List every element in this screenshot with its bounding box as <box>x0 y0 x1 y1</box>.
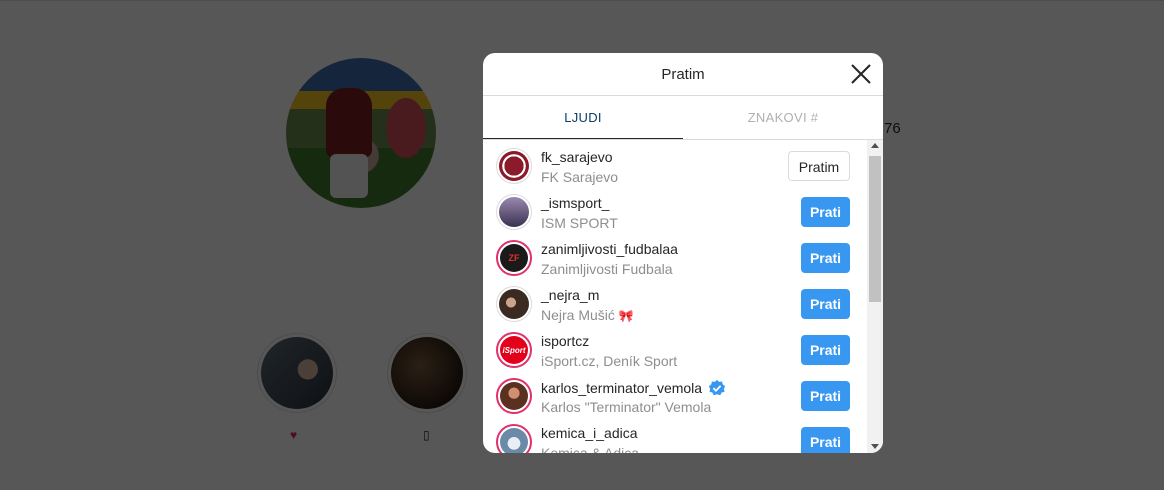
follow-button[interactable]: Prati <box>801 197 850 227</box>
zf-logo-icon: ZF <box>500 244 528 272</box>
username-link[interactable]: kemica_i_adica <box>541 425 638 441</box>
scroll-down-arrow-icon[interactable] <box>871 444 879 449</box>
list-item: kemica_i_adica Kemica & Adica Prati <box>483 420 867 453</box>
full-name-text: Nejra Mušić <box>541 307 615 323</box>
avatar[interactable] <box>496 148 532 184</box>
karlos-avatar-image <box>500 382 528 410</box>
list-item: iSport isportcz iSport.cz, Deník Sport P… <box>483 328 867 374</box>
avatar[interactable]: ZF <box>496 240 532 276</box>
avatar[interactable] <box>496 286 532 322</box>
follow-button[interactable]: Prati <box>801 243 850 273</box>
scroll-up-arrow-icon[interactable] <box>871 143 879 148</box>
username-link[interactable]: zanimljivosti_fudbalaa <box>541 241 678 257</box>
full-name: Nejra Mušić 🎀 <box>541 307 634 323</box>
following-dialog: Pratim LJUDI ZNAKOVI # fk_sarajevo FK Sa… <box>483 53 883 453</box>
username-link[interactable]: _nejra_m <box>541 287 599 303</box>
username-link[interactable]: _ismsport_ <box>541 195 609 211</box>
following-button[interactable]: Pratim <box>788 151 850 181</box>
full-name: Karlos "Terminator" Vemola <box>541 399 712 415</box>
dialog-title: Pratim <box>661 66 705 83</box>
following-list: fk_sarajevo FK Sarajevo Pratim _ismsport… <box>483 140 867 453</box>
scrollbar-thumb[interactable] <box>869 156 881 302</box>
nejra-avatar-image <box>499 289 529 319</box>
username-link[interactable]: isportcz <box>541 333 589 349</box>
list-item: _nejra_m Nejra Mušić 🎀 Prati <box>483 282 867 328</box>
dialog-header: Pratim <box>483 53 883 96</box>
fk-sarajevo-crest-icon <box>499 151 529 181</box>
full-name: ISM SPORT <box>541 215 618 231</box>
username-link[interactable]: karlos_terminator_vemola <box>541 379 726 397</box>
avatar[interactable] <box>496 424 532 453</box>
list-item: fk_sarajevo FK Sarajevo Pratim <box>483 144 867 190</box>
close-icon[interactable] <box>849 62 873 86</box>
avatar[interactable] <box>496 378 532 414</box>
ribbon-emoji-icon: 🎀 <box>618 309 634 323</box>
avatar[interactable]: iSport <box>496 332 532 368</box>
tab-people[interactable]: LJUDI <box>483 96 683 139</box>
verified-badge-icon <box>708 379 726 396</box>
full-name: Zanimljivosti Fudbala <box>541 261 673 277</box>
follow-button[interactable]: Prati <box>801 335 850 365</box>
username-link[interactable]: fk_sarajevo <box>541 149 613 165</box>
list-item: ZF zanimljivosti_fudbalaa Zanimljivosti … <box>483 236 867 282</box>
follow-button[interactable]: Prati <box>801 289 850 319</box>
avatar[interactable] <box>496 194 532 230</box>
tab-hashtags[interactable]: ZNAKOVI # <box>683 96 883 139</box>
username-text: karlos_terminator_vemola <box>541 380 703 396</box>
kemica-avatar-image <box>500 428 528 453</box>
follow-button[interactable]: Prati <box>801 427 850 453</box>
isport-logo-icon: iSport <box>500 336 528 364</box>
full-name: iSport.cz, Deník Sport <box>541 353 678 369</box>
dialog-tabs: LJUDI ZNAKOVI # <box>483 96 883 140</box>
full-name: Kemica & Adica <box>541 445 640 453</box>
list-scrollbar[interactable] <box>867 140 883 453</box>
list-item: _ismsport_ ISM SPORT Prati <box>483 190 867 236</box>
list-item: karlos_terminator_vemola Karlos "Termina… <box>483 374 867 420</box>
follow-button[interactable]: Prati <box>801 381 850 411</box>
full-name: FK Sarajevo <box>541 169 619 185</box>
ismsport-avatar-image <box>499 197 529 227</box>
